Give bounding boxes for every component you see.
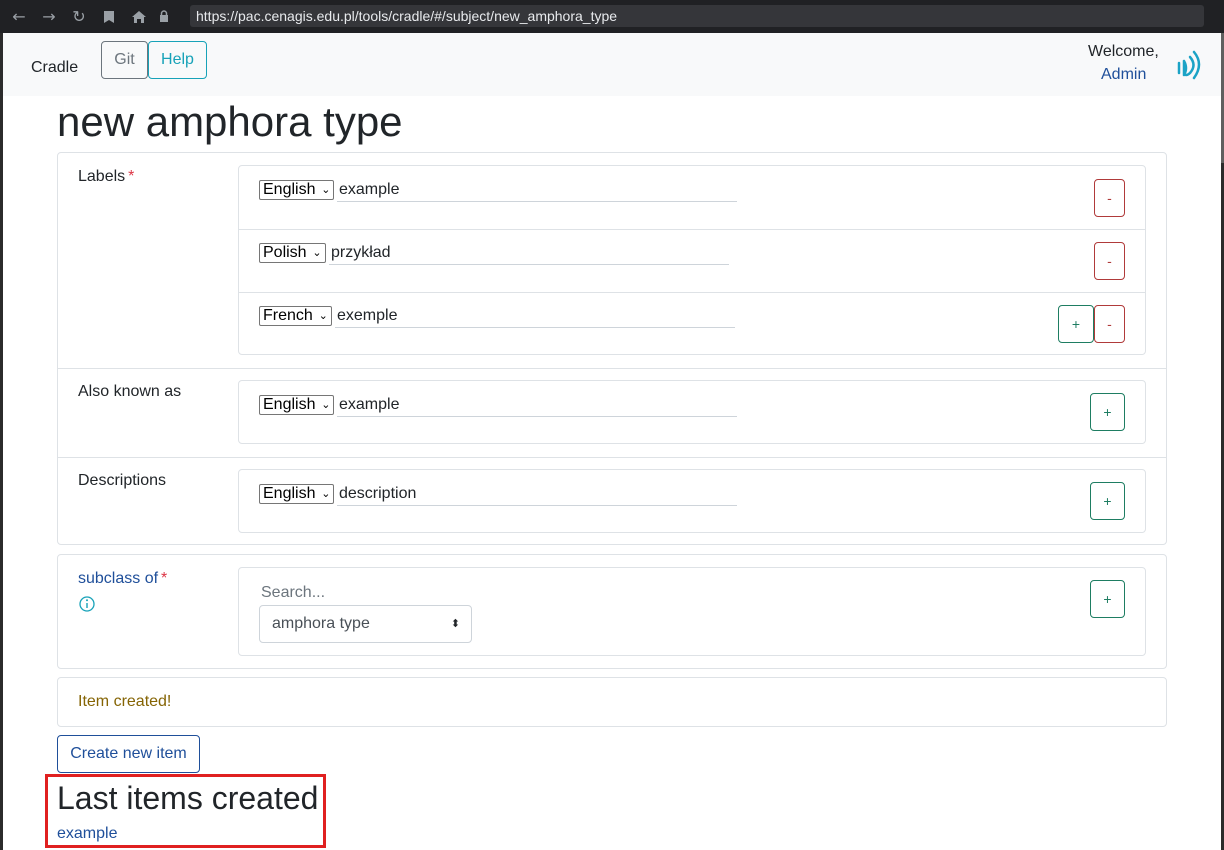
properties-card: Labels * English ⌄ example - Polish ⌄ przyk… [57,152,1167,545]
brand-link[interactable]: Cradle [31,59,78,77]
labels-list: English ⌄ example - Polish ⌄ przykład - Fr… [238,165,1146,355]
language-select[interactable]: French ⌄ [259,306,332,326]
left-edge [0,33,3,850]
label-input[interactable]: przykład [329,243,729,265]
lock-icon [154,10,174,23]
subclass-select[interactable]: amphora type ⬍ [259,605,472,643]
language-select[interactable]: English ⌄ [259,395,335,415]
divider [239,292,1145,293]
subclass-of-link[interactable]: subclass of * [78,570,167,588]
subclass-card: subclass of * Search... amphora type ⬍ + [57,554,1167,669]
reload-icon[interactable]: ↻ [64,0,94,33]
language-select[interactable]: English ⌄ [259,180,335,200]
git-button[interactable]: Git [101,41,148,79]
status-alert: Item created! [57,677,1167,727]
welcome-text: Welcome, [1088,43,1159,60]
status-message: Item created! [78,693,172,710]
descriptions-label: Descriptions [78,472,167,489]
required-mark: * [161,570,168,587]
alias-input[interactable]: example [337,395,737,417]
also-known-as-label: Also known as [78,383,182,400]
app-header: Cradle Git Help Welcome, Admin [3,33,1221,96]
subclass-selector: Search... amphora type ⬍ + [238,567,1146,656]
bookmark-icon[interactable] [94,0,124,33]
remove-button[interactable]: - [1094,305,1125,343]
search-input[interactable]: Search... [261,584,325,602]
forward-icon[interactable]: → [34,0,64,33]
add-button[interactable]: + [1090,482,1125,520]
labels-field-label: Labels * [78,168,135,185]
address-bar[interactable]: https://pac.cenagis.edu.pl/tools/cradle/… [190,5,1204,27]
remove-button[interactable]: - [1094,242,1125,280]
divider [58,457,1166,458]
user-link[interactable]: Admin [1101,66,1146,84]
language-select[interactable]: English ⌄ [259,484,335,504]
label-input[interactable]: example [337,180,737,202]
remove-button[interactable]: - [1094,179,1125,217]
help-button[interactable]: Help [148,41,207,79]
add-button[interactable]: + [1058,305,1094,343]
description-input[interactable]: description [337,484,737,506]
create-new-item-button[interactable]: Create new item [57,735,200,773]
back-icon[interactable]: ← [4,0,34,33]
home-icon[interactable] [124,0,154,33]
add-button[interactable]: + [1090,393,1125,431]
divider [239,229,1145,230]
page-title: new amphora type [57,98,403,145]
label-input[interactable]: exemple [335,306,735,328]
last-item-link[interactable]: example [57,825,117,843]
info-icon[interactable] [78,595,96,613]
divider [58,368,1166,369]
descriptions-list: English ⌄ description + [238,469,1146,533]
add-button[interactable]: + [1090,580,1125,618]
also-known-as-list: English ⌄ example + [238,380,1146,444]
app-logo-icon [1177,50,1201,80]
browser-toolbar: ← → ↻ https://pac.cenagis.edu.pl/tools/c… [0,0,1224,33]
required-mark: * [128,168,135,185]
language-select[interactable]: Polish ⌄ [259,243,326,263]
last-items-title: Last items created [57,780,319,816]
